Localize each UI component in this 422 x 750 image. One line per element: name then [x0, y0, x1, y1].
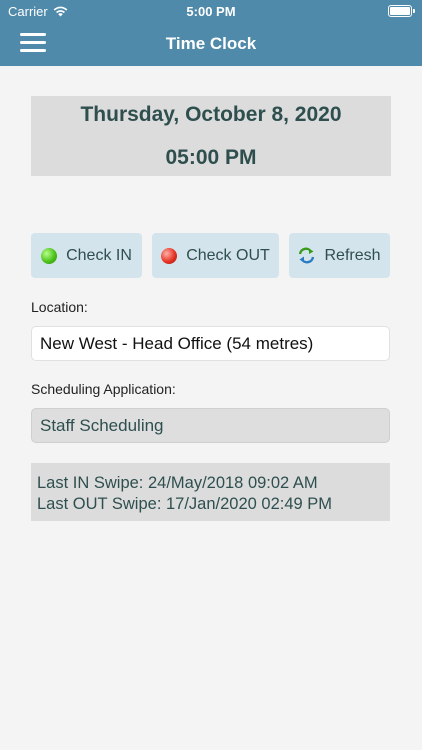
refresh-label: Refresh	[324, 246, 381, 264]
location-value: New West - Head Office (54 metres)	[40, 333, 314, 353]
current-date: Thursday, October 8, 2020	[80, 103, 342, 126]
scheduling-field: Staff Scheduling	[31, 408, 390, 443]
refresh-arrows-icon	[299, 247, 315, 264]
check-in-label: Check IN	[66, 246, 132, 264]
battery-icon	[388, 5, 415, 17]
nav-bar: Time Clock	[0, 24, 422, 66]
current-time: 05:00 PM	[165, 146, 257, 169]
green-dot-icon	[41, 247, 58, 264]
location-label: Location:	[31, 299, 88, 315]
check-out-button[interactable]: Check OUT	[152, 233, 279, 278]
last-in-swipe: Last IN Swipe: 24/May/2018 09:02 AM	[37, 474, 318, 492]
location-field[interactable]: New West - Head Office (54 metres)	[31, 326, 390, 361]
last-out-swipe: Last OUT Swipe: 17/Jan/2020 02:49 PM	[37, 495, 333, 513]
last-swipes-panel: Last IN Swipe: 24/May/2018 09:02 AM Last…	[31, 463, 390, 521]
scheduling-label: Scheduling Application:	[31, 381, 176, 397]
scheduling-value: Staff Scheduling	[40, 415, 164, 435]
status-time: 5:00 PM	[186, 4, 236, 19]
red-dot-icon	[161, 247, 178, 264]
refresh-button[interactable]: Refresh	[289, 233, 390, 278]
page-title: Time Clock	[165, 34, 257, 53]
status-bar: Carrier 5:00 PM	[0, 0, 422, 24]
datetime-panel: Thursday, October 8, 2020 05:00 PM	[31, 96, 391, 176]
check-out-label: Check OUT	[186, 246, 270, 264]
check-in-button[interactable]: Check IN	[31, 233, 142, 278]
